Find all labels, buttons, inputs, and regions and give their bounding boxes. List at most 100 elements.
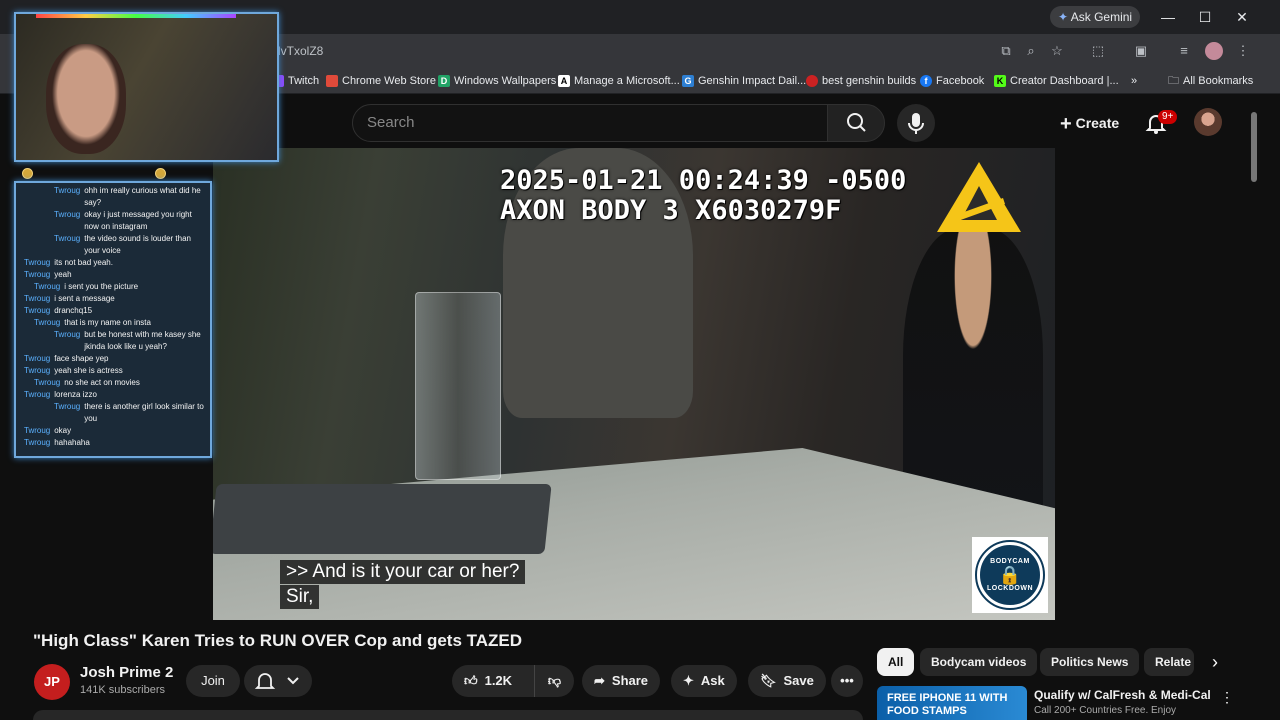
- bookmark-windows-wallpapers[interactable]: D Windows Wallpapers: [438, 73, 556, 89]
- chat-text: no she act on movies: [64, 378, 140, 387]
- chat-username: Twroug: [24, 354, 51, 363]
- more-bookmarks-button[interactable]: »: [1131, 73, 1137, 89]
- minimize-icon[interactable]: —: [1156, 6, 1180, 28]
- bodycam-lockdown-seal: BODYCAM 🔒 LOCKDOWN: [975, 540, 1045, 610]
- chat-username: Twroug: [54, 330, 81, 339]
- page-scrollbar[interactable]: [1247, 97, 1260, 720]
- search-input[interactable]: Search: [352, 104, 828, 142]
- chat-message: Twroug hahahaha: [16, 437, 206, 449]
- chat-username: Twroug: [24, 294, 51, 303]
- chat-text: yeah she is actress: [54, 366, 123, 375]
- zoom-icon[interactable]: ⌕: [1022, 42, 1040, 60]
- overlay-ornament-icon: [22, 168, 33, 179]
- close-window-icon[interactable]: ✕: [1230, 6, 1254, 28]
- share-button[interactable]: ➦ Share: [582, 665, 661, 697]
- ad-menu-icon[interactable]: ⋮: [1220, 688, 1234, 706]
- bookmark-label: Facebook: [936, 75, 985, 87]
- search-button[interactable]: [827, 104, 885, 142]
- more-horizontal-icon: •••: [840, 673, 854, 688]
- bookmark-label: Genshin Impact Dail...: [698, 75, 807, 87]
- maximize-icon[interactable]: ☐: [1193, 6, 1217, 28]
- media-controls-icon[interactable]: ≡: [1175, 42, 1193, 60]
- genshin-daily-icon: G: [682, 75, 694, 87]
- bookmark-twitch[interactable]: Twitch: [272, 73, 319, 89]
- more-actions-button[interactable]: •••: [831, 665, 863, 697]
- video-frame-glass: [415, 292, 501, 480]
- chat-username: Twroug: [24, 426, 51, 435]
- ask-button[interactable]: ✦ Ask: [671, 665, 737, 697]
- like-button[interactable]: 👍︎ 1.2K: [452, 665, 534, 697]
- chat-text: ohh im really curious what did he say?: [84, 186, 201, 207]
- chat-text: the video sound is louder than your voic…: [84, 234, 191, 255]
- chevron-down-icon: [287, 677, 299, 685]
- dislike-button[interactable]: 👎︎: [534, 665, 574, 697]
- voice-search-button[interactable]: [897, 104, 935, 142]
- share-label: Share: [611, 673, 649, 688]
- install-app-icon[interactable]: ⧉: [997, 42, 1015, 60]
- chat-text: okay i just messaged you right now on in…: [84, 210, 192, 231]
- wallpapers-icon: D: [438, 75, 450, 87]
- chip-politics-news[interactable]: Politics News: [1040, 648, 1140, 676]
- chat-username: Twroug: [24, 258, 51, 267]
- chat-username: Twroug: [54, 402, 81, 411]
- badge-top-text: BODYCAM: [990, 558, 1030, 565]
- all-bookmarks-folder[interactable]: 🗀 All Bookmarks: [1168, 73, 1253, 89]
- save-button[interactable]: 🔖︎ Save: [748, 665, 826, 697]
- chip-all[interactable]: All: [877, 648, 915, 676]
- notification-count-badge: 9+: [1158, 110, 1178, 124]
- chat-message: Twroug okay i just messaged you right now…: [16, 209, 206, 233]
- bookmark-creator-dashboard[interactable]: K Creator Dashboard |...: [994, 73, 1119, 89]
- browser-menu-icon[interactable]: ⋮: [1234, 42, 1252, 60]
- bookmark-manage-microsoft[interactable]: A Manage a Microsoft...: [558, 73, 680, 89]
- streamer-webcam-overlay: [14, 12, 279, 162]
- like-count: 1.2K: [484, 673, 513, 688]
- folder-icon: 🗀: [1168, 74, 1179, 87]
- chat-username: Twroug: [34, 318, 61, 327]
- bookmark-genshin-builds[interactable]: best genshin builds: [806, 73, 916, 89]
- scrollbar-thumb[interactable]: [1251, 112, 1257, 182]
- subscribed-bell-button[interactable]: [244, 665, 312, 697]
- bookmark-genshin-daily[interactable]: G Genshin Impact Dail...: [682, 73, 806, 89]
- chevron-right-icon[interactable]: ›: [1204, 650, 1226, 674]
- ad-title[interactable]: Qualify w/ CalFresh & Medi-Cal: [1034, 688, 1211, 702]
- video-frame-napkin: [213, 484, 552, 554]
- chat-text: its not bad yeah.: [54, 258, 113, 267]
- subscriber-count: 141K subscribers: [80, 684, 165, 696]
- extensions-icon[interactable]: ⬚: [1089, 42, 1107, 60]
- channel-name[interactable]: Josh Prime 2: [80, 664, 173, 681]
- description-box[interactable]: [33, 710, 863, 720]
- address-bar-url[interactable]: lvTxolZ8: [278, 44, 323, 58]
- lock-icon: 🔒: [998, 565, 1022, 585]
- axon-logo-icon: [937, 162, 1021, 232]
- caption-line-2: Sir,: [280, 585, 320, 609]
- chat-username: Twroug: [34, 378, 61, 387]
- chip-related[interactable]: Relate: [1144, 648, 1194, 676]
- account-avatar[interactable]: [1194, 108, 1222, 136]
- bookmark-label: Twitch: [288, 75, 320, 87]
- bookmark-star-icon[interactable]: ☆: [1048, 42, 1066, 60]
- chip-bodycam-videos[interactable]: Bodycam videos: [920, 648, 1038, 676]
- chat-text: lorenza izzo: [54, 390, 97, 399]
- chat-username: Twroug: [24, 270, 51, 279]
- side-panel-icon[interactable]: ▣: [1132, 42, 1150, 60]
- chat-message: Twroug its not bad yeah.: [16, 257, 206, 269]
- chat-message: Twroug there is another girl look similar…: [16, 401, 206, 425]
- chat-username: Twroug: [24, 366, 51, 375]
- profile-avatar-icon[interactable]: [1205, 42, 1223, 60]
- bookmark-label: Creator Dashboard |...: [1010, 75, 1119, 87]
- ad-thumbnail[interactable]: FREE IPHONE 11 WITH FOOD STAMPS: [877, 686, 1027, 720]
- bodycam-timestamp: 2025-01-21 00:24:39 -0500: [500, 165, 907, 196]
- chat-username: Twroug: [34, 282, 61, 291]
- chat-text: i sent a message: [54, 294, 115, 303]
- chat-message: Twroug dranchq15: [16, 305, 206, 317]
- save-label: Save: [783, 673, 814, 688]
- bookmark-facebook[interactable]: f Facebook: [920, 73, 984, 89]
- ask-gemini-button[interactable]: ✦ Ask Gemini: [1050, 6, 1141, 28]
- bookmark-chrome-web-store[interactable]: Chrome Web Store: [326, 73, 436, 89]
- channel-avatar[interactable]: JP: [34, 664, 70, 700]
- bookmark-icon: 🔖︎: [760, 673, 777, 688]
- sparkle-icon: ✦: [683, 673, 694, 688]
- create-button[interactable]: + Create: [1050, 107, 1129, 139]
- chat-username: Twroug: [54, 186, 81, 195]
- join-button[interactable]: Join: [186, 665, 240, 697]
